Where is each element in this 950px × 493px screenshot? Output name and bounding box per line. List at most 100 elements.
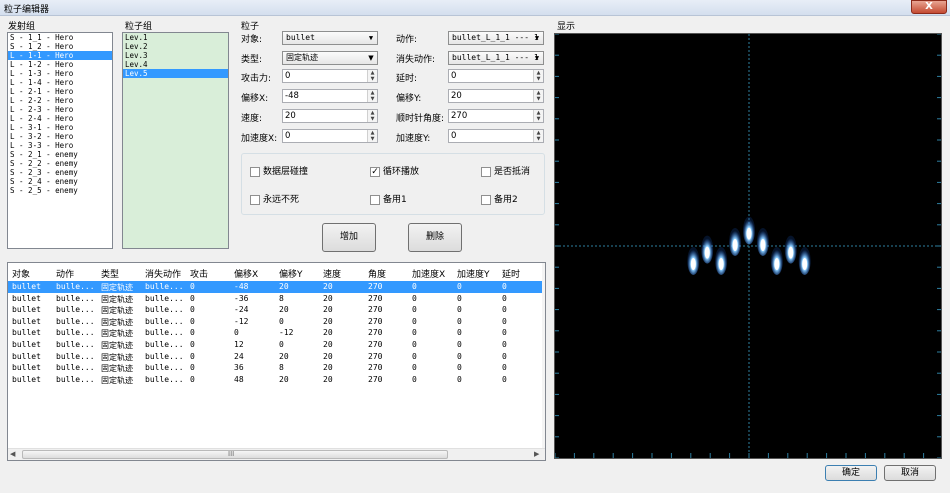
particle-group-item[interactable]: Lev.2 (123, 42, 228, 51)
column-header[interactable]: 偏移X (234, 267, 258, 280)
particle-group-item[interactable]: Lev.3 (123, 51, 228, 60)
table-row[interactable]: bullet bulle... 固定轨迹 bulle... 0 -48 20 20 270 0 0 0 (8, 281, 545, 293)
column-header[interactable]: 角度 (368, 267, 386, 280)
stepper-arrows-icon[interactable]: ▲ ▼ (367, 90, 377, 102)
action-select[interactable]: bullet_L_1_1 --- 1 ▼ (448, 31, 544, 45)
launcher-list-item[interactable]: L - 1-1 - Hero (8, 51, 112, 60)
stepper-arrows-icon[interactable]: ▲ ▼ (533, 90, 543, 102)
table-row[interactable]: bullet bulle... 固定轨迹 bulle... 0 0 -12 20 270 0 0 0 (8, 327, 545, 339)
immortal-checkbox[interactable]: 永远不死 (250, 192, 299, 205)
column-header[interactable]: 加速度Y (457, 267, 490, 280)
table-row[interactable]: bullet bulle... 固定轨迹 bulle... 0 -12 0 20 270 0 0 0 (8, 316, 545, 328)
column-header[interactable]: 偏移Y (279, 267, 303, 280)
column-header[interactable]: 动作 (56, 267, 74, 280)
column-header[interactable]: 延时 (502, 267, 520, 280)
column-header[interactable]: 类型 (101, 267, 119, 280)
stepper-arrows-icon[interactable]: ▲ ▼ (533, 130, 543, 142)
table-cell: 20 (279, 374, 289, 384)
stepper-arrows-icon[interactable]: ▲ ▼ (367, 70, 377, 82)
particle-group-item[interactable]: Lev.5 (123, 69, 228, 78)
add-button[interactable]: 增加 (322, 223, 376, 252)
table-cell: 20 (323, 305, 333, 315)
particle-group-item[interactable]: Lev.1 (123, 33, 228, 42)
stepper-arrows-icon[interactable]: ▲ ▼ (367, 130, 377, 142)
table-cell: bulle... (56, 340, 95, 349)
launcher-list-item[interactable]: S - 2_3 - enemy (8, 168, 112, 177)
launcher-list-item[interactable]: S - 2_1 - enemy (8, 150, 112, 159)
launcher-list-item[interactable]: L - 2-2 - Hero (8, 96, 112, 105)
offset-x-stepper[interactable]: -48 ▲ ▼ (282, 89, 378, 103)
loop-checkbox[interactable]: ✓ 循环播放 (370, 164, 419, 177)
checkbox-icon (481, 194, 491, 205)
launcher-list-item[interactable]: L - 2-3 - Hero (8, 105, 112, 114)
bullet-sprite (798, 247, 811, 275)
table-cell: 20 (323, 328, 333, 338)
launcher-list-item[interactable]: L - 1-2 - Hero (8, 60, 112, 69)
stepper-arrows-icon[interactable]: ▲ ▼ (533, 70, 543, 82)
horizontal-scrollbar[interactable]: ◀ III ▶ (8, 448, 545, 460)
launcher-list-item[interactable]: S - 2_2 - enemy (8, 159, 112, 168)
launcher-list-item[interactable]: L - 3-1 - Hero (8, 123, 112, 132)
column-header[interactable]: 对象 (12, 267, 30, 280)
launcher-list-item[interactable]: S - 1_2 - Hero (8, 42, 112, 51)
launcher-list-item[interactable]: S - 1_1 - Hero (8, 33, 112, 42)
stepper-arrows-icon[interactable]: ▲ ▼ (367, 110, 377, 122)
vanish-select[interactable]: bullet_L_1_1 --- 1 ▼ (448, 51, 544, 65)
checkbox-icon (250, 166, 260, 177)
column-header[interactable]: 速度 (323, 267, 341, 280)
particle-table[interactable]: 对象 动作 类型 消失动作 攻击 偏移X 偏移Y 速度 角度 加速度X 加速度Y 延时 bullet b… (7, 262, 546, 461)
collide-checkbox[interactable]: 数据层碰撞 (250, 164, 308, 177)
table-cell: 270 (368, 305, 383, 315)
offset-y-stepper[interactable]: 20 ▲ ▼ (448, 89, 544, 103)
launcher-list-item[interactable]: L - 1-4 - Hero (8, 78, 112, 87)
scroll-thumb[interactable]: III (22, 450, 448, 459)
angle-stepper[interactable]: 270 ▲ ▼ (448, 109, 544, 123)
scroll-left-icon[interactable]: ◀ (10, 450, 15, 458)
launcher-list-item[interactable]: L - 3-2 - Hero (8, 132, 112, 141)
launcher-list-item[interactable]: L - 3-3 - Hero (8, 141, 112, 150)
launcher-list-item[interactable]: S - 2_5 - enemy (8, 186, 112, 195)
attack-stepper[interactable]: 0 ▲ ▼ (282, 69, 378, 83)
launcher-list-item[interactable]: S - 2_4 - enemy (8, 177, 112, 186)
launcher-list-item[interactable]: L - 1-3 - Hero (8, 69, 112, 78)
acc-y-stepper[interactable]: 0 ▲ ▼ (448, 129, 544, 143)
action-label: 动作: (396, 35, 418, 45)
offset-y-value: 20 (451, 91, 462, 101)
table-cell: 0 (412, 374, 417, 384)
spare2-checkbox[interactable]: 备用2 (481, 192, 518, 205)
launcher-list-item[interactable]: L - 2-4 - Hero (8, 114, 112, 123)
table-row[interactable]: bullet bulle... 固定轨迹 bulle... 0 -36 8 20 270 0 0 0 (8, 293, 545, 305)
spare1-checkbox[interactable]: 备用1 (370, 192, 407, 205)
launcher-list-item[interactable]: L - 2-1 - Hero (8, 87, 112, 96)
delete-button[interactable]: 删除 (408, 223, 462, 252)
delay-label: 延时: (396, 74, 418, 84)
ok-button[interactable]: 确定 (825, 465, 877, 481)
scroll-right-icon[interactable]: ▶ (534, 450, 539, 458)
speed-stepper[interactable]: 20 ▲ ▼ (282, 109, 378, 123)
target-select[interactable]: bullet ▼ (282, 31, 378, 45)
table-row[interactable]: bullet bulle... 固定轨迹 bulle... 0 48 20 20 270 0 0 0 (8, 374, 545, 386)
particle-group-list[interactable]: Lev.1 Lev.2 Lev.3 Lev.4 Lev.5 (122, 32, 229, 249)
table-row[interactable]: bullet bulle... 固定轨迹 bulle... 0 12 0 20 270 0 0 0 (8, 339, 545, 351)
column-header[interactable]: 消失动作 (145, 267, 181, 280)
table-cell: 0 (502, 374, 507, 384)
table-cell: 20 (323, 316, 333, 326)
delay-stepper[interactable]: 0 ▲ ▼ (448, 69, 544, 83)
table-row[interactable]: bullet bulle... 固定轨迹 bulle... 0 36 8 20 270 0 0 0 (8, 362, 545, 374)
launcher-list[interactable]: S - 1_1 - Hero S - 1_2 - Hero L - 1-1 - He… (7, 32, 113, 249)
table-cell: 270 (368, 351, 383, 361)
stepper-arrows-icon[interactable]: ▲ ▼ (533, 110, 543, 122)
particle-group-item[interactable]: Lev.4 (123, 60, 228, 69)
offset-checkbox[interactable]: 是否抵消 (481, 164, 530, 177)
table-row[interactable]: bullet bulle... 固定轨迹 bulle... 0 24 20 20 270 0 0 0 (8, 351, 545, 363)
table-cell: 0 (457, 374, 462, 384)
column-header[interactable]: 攻击 (190, 267, 208, 280)
table-row[interactable]: bullet bulle... 固定轨迹 bulle... 0 -24 20 20 270 0 0 0 (8, 304, 545, 316)
table-cell: bulle... (56, 328, 95, 338)
column-header[interactable]: 加速度X (412, 267, 445, 280)
cancel-button[interactable]: 取消 (884, 465, 936, 481)
acc-x-stepper[interactable]: 0 ▲ ▼ (282, 129, 378, 143)
close-button[interactable]: X (911, 0, 947, 14)
type-select[interactable]: 固定轨迹 ▼ (282, 51, 378, 65)
vertical-scrollbar[interactable] (542, 263, 545, 449)
